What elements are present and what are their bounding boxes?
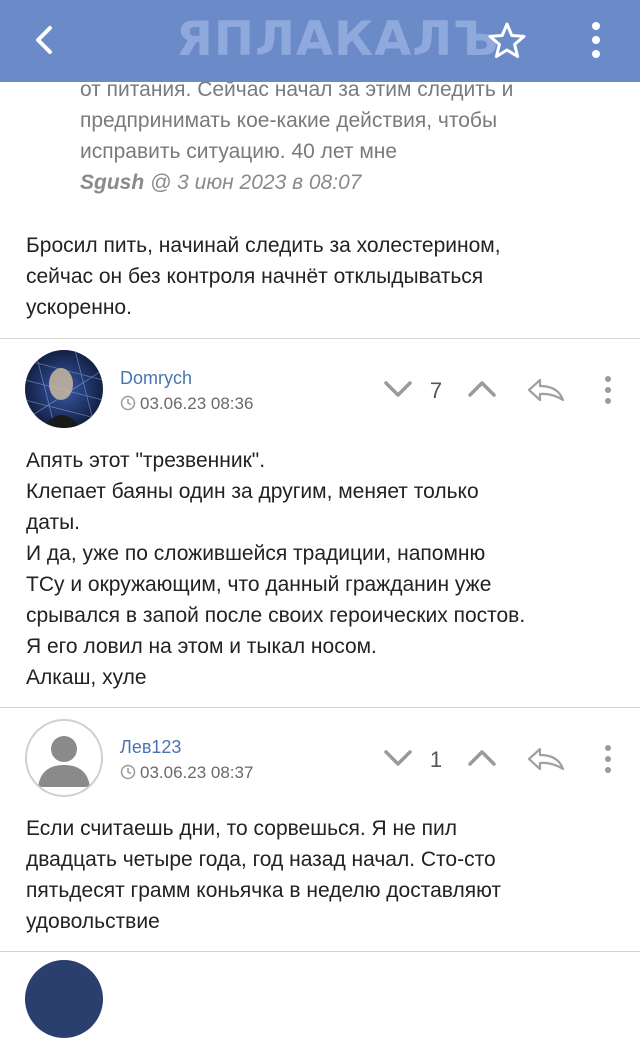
comment-body: Апять этот "трезвенник". Клепает баяны о… xyxy=(26,445,616,693)
divider xyxy=(0,338,640,339)
comment-line: ТСу и окружающим, что данный гражданин у… xyxy=(26,573,492,596)
top-app-bar: ЯПЛАКАЛЪ xyxy=(0,0,640,82)
comment-time-text: 03.06.23 08:36 xyxy=(140,394,254,413)
comment-line: Бросил пить, начинай следить за холестер… xyxy=(26,234,501,257)
comment-author[interactable]: Лев123 xyxy=(120,737,181,758)
comment-score: 7 xyxy=(429,378,443,403)
comment-line: Алкаш, хуле xyxy=(26,666,147,689)
avatar[interactable] xyxy=(25,350,103,428)
vote-down-icon[interactable] xyxy=(383,745,413,776)
comment-line: Апять этот "трезвенник". xyxy=(26,449,266,472)
clock-icon xyxy=(120,764,136,780)
quoted-comment: от питания. Сейчас начал за этим следить… xyxy=(80,74,620,198)
comment-menu-icon[interactable] xyxy=(598,743,618,780)
vote-down-icon[interactable] xyxy=(383,376,413,407)
comment-body: Бросил пить, начинай следить за холестер… xyxy=(26,230,616,323)
quote-meta: Sgush @ 3 июн 2023 в 08:07 xyxy=(80,167,620,198)
comment-line: сейчас он без контроля начнёт отклыдыват… xyxy=(26,265,484,288)
reply-icon[interactable] xyxy=(526,745,566,778)
comment-line: Клепает баяны один за другим, меняет тол… xyxy=(26,480,479,503)
overflow-menu-icon[interactable] xyxy=(582,20,610,60)
comment-time: 03.06.23 08:36 xyxy=(120,394,253,414)
vote-up-icon[interactable] xyxy=(467,376,497,407)
comment-score: 1 xyxy=(429,747,443,772)
comment-time-text: 03.06.23 08:37 xyxy=(140,763,254,782)
vote-up-icon[interactable] xyxy=(467,745,497,776)
comment-body: Если считаешь дни, то сорвешься. Я не пи… xyxy=(26,813,616,937)
avatar[interactable] xyxy=(25,960,103,1038)
quote-line: исправить ситуацию. 40 лет мне xyxy=(80,140,398,163)
comment-line: Если считаешь дни, то сорвешься. Я не пи… xyxy=(26,817,458,840)
comment-line: двадцать четыре года, год назад начал. С… xyxy=(26,848,496,871)
comment-line: ускоренно. xyxy=(26,296,132,319)
quote-author[interactable]: Sgush xyxy=(80,171,144,194)
app-logo[interactable]: ЯПЛАКАЛЪ xyxy=(176,14,498,66)
divider xyxy=(0,951,640,952)
divider xyxy=(0,707,640,708)
comment-author[interactable]: Domrych xyxy=(120,368,192,389)
avatar[interactable] xyxy=(25,719,103,797)
reply-icon[interactable] xyxy=(526,376,566,409)
favorite-star-icon[interactable] xyxy=(486,20,528,62)
comment-line: Я его ловил на этом и тыкал носом. xyxy=(26,635,377,658)
back-icon[interactable] xyxy=(24,20,64,60)
comment-line: даты. xyxy=(26,511,81,534)
comment-line: срывался в запой после своих героических… xyxy=(26,604,526,627)
comment-line: удовольствие xyxy=(26,910,160,933)
comment-line: пятьдесят грамм коньячка в неделю достав… xyxy=(26,879,501,902)
quote-date: @ 3 июн 2023 в 08:07 xyxy=(144,171,362,194)
comment-line: И да, уже по сложившейся традиции, напом… xyxy=(26,542,486,565)
quote-line: предпринимать кое-какие действия, чтобы xyxy=(80,109,498,132)
comment-menu-icon[interactable] xyxy=(598,374,618,411)
clock-icon xyxy=(120,395,136,411)
comment-time: 03.06.23 08:37 xyxy=(120,763,253,783)
